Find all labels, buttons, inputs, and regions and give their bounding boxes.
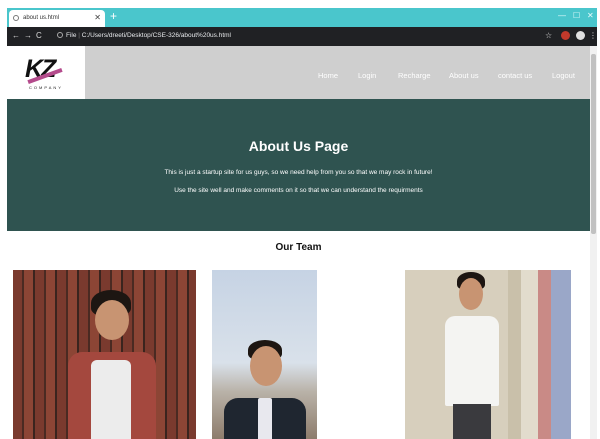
face-shape xyxy=(459,278,483,310)
shirt-shape xyxy=(91,360,131,439)
url-text: C:/Users/dreeti/Desktop/CSE-326/about%20… xyxy=(81,32,232,39)
nav-contact-us[interactable]: contact us xyxy=(498,71,532,80)
nav-login[interactable]: Login xyxy=(358,71,376,80)
star-icon[interactable]: ☆ xyxy=(545,31,552,40)
hero-text-line-1: This is just a startup site for us guys,… xyxy=(164,169,433,176)
browser-tab[interactable]: about us.html ✕ xyxy=(9,10,105,27)
back-icon[interactable]: ← xyxy=(12,31,20,40)
team-member-photo xyxy=(13,270,196,439)
new-tab-icon[interactable]: + xyxy=(110,9,117,23)
reload-icon[interactable]: C xyxy=(36,31,42,40)
maximize-icon[interactable]: ☐ xyxy=(573,11,580,20)
site-header: KZ COMPANY Home Login Recharge About us … xyxy=(7,46,590,99)
nav-home[interactable]: Home xyxy=(318,71,338,80)
logo-subtitle: COMPANY xyxy=(29,85,63,90)
globe-icon xyxy=(13,15,19,21)
scrollbar-thumb[interactable] xyxy=(591,54,596,234)
browser-tab-strip: about us.html ✕ + — ☐ ✕ xyxy=(7,8,597,27)
page-scrollbar[interactable] xyxy=(590,46,597,439)
profile-avatar-icon[interactable] xyxy=(576,31,585,40)
shirt-shape xyxy=(445,316,499,406)
nav-about-us[interactable]: About us xyxy=(449,71,479,80)
forward-icon[interactable]: → xyxy=(24,31,32,40)
face-shape xyxy=(250,346,282,386)
address-bar: ← → C File | C:/Users/dreeti/Desktop/CSE… xyxy=(7,27,597,46)
info-icon xyxy=(57,32,63,38)
company-logo[interactable]: KZ COMPANY xyxy=(7,46,85,99)
minimize-icon[interactable]: — xyxy=(558,11,566,20)
trousers-shape xyxy=(453,404,491,439)
team-member-photo xyxy=(212,270,317,439)
page-title: About Us Page xyxy=(248,138,349,154)
url-scheme-label: File xyxy=(66,32,77,39)
hero-banner: About Us Page This is just a startup sit… xyxy=(7,99,590,231)
web-page: KZ COMPANY Home Login Recharge About us … xyxy=(7,46,590,439)
url-field[interactable]: File | C:/Users/dreeti/Desktop/CSE-326/a… xyxy=(57,32,231,39)
nav-recharge[interactable]: Recharge xyxy=(398,71,431,80)
close-window-icon[interactable]: ✕ xyxy=(587,11,594,20)
team-heading: Our Team xyxy=(275,242,322,253)
nav-logout[interactable]: Logout xyxy=(552,71,575,80)
close-tab-icon[interactable]: ✕ xyxy=(94,13,101,22)
hero-text-line-2: Use the site well and make comments on i… xyxy=(174,187,423,194)
shirt-shape xyxy=(258,398,272,439)
extension-icon[interactable] xyxy=(561,31,570,40)
face-shape xyxy=(95,300,129,340)
menu-kebab-icon[interactable]: ⋮ xyxy=(589,31,597,40)
tab-title: about us.html xyxy=(23,15,60,21)
logo-mark: KZ xyxy=(25,55,56,83)
team-member-photo xyxy=(405,270,571,439)
